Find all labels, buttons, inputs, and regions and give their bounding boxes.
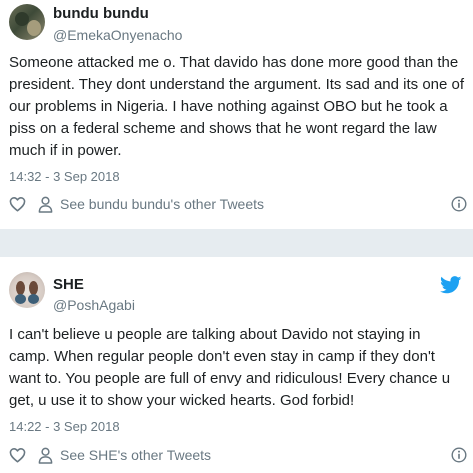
tweet-card: bundu bundu @EmekaOnyenacho Someone atta… <box>0 0 473 229</box>
tweet-timestamp[interactable]: 14:32 - 3 Sep 2018 <box>9 169 120 184</box>
see-other-tweets-link[interactable]: See bundu bundu's other Tweets <box>60 196 264 212</box>
person-icon <box>38 447 53 464</box>
tweet-timestamp[interactable]: 14:22 - 3 Sep 2018 <box>9 419 120 434</box>
author-name[interactable]: SHE <box>53 276 84 293</box>
tweet-text: Someone attacked me o. That davido has d… <box>9 54 465 159</box>
author-name[interactable]: bundu bundu <box>53 5 149 22</box>
tweet-actions: See SHE's other Tweets <box>0 444 473 468</box>
avatar[interactable] <box>9 272 45 308</box>
tweet-separator <box>0 229 473 257</box>
twitter-bird-icon[interactable] <box>440 276 462 294</box>
heart-icon[interactable] <box>9 196 26 212</box>
author-handle[interactable]: @EmekaOnyenacho <box>53 27 182 43</box>
tweet-card: SHE @PoshAgabi I can't believe u people … <box>0 257 473 473</box>
author-handle[interactable]: @PoshAgabi <box>53 297 135 313</box>
avatar[interactable] <box>9 4 45 40</box>
tweet-text: I can't believe u people are talking abo… <box>9 326 451 409</box>
heart-icon[interactable] <box>9 447 26 463</box>
see-other-tweets-link[interactable]: See SHE's other Tweets <box>60 447 211 463</box>
info-icon[interactable] <box>451 196 467 212</box>
tweet-actions: See bundu bundu's other Tweets <box>0 193 473 217</box>
info-icon[interactable] <box>451 447 467 463</box>
person-icon <box>38 196 53 213</box>
